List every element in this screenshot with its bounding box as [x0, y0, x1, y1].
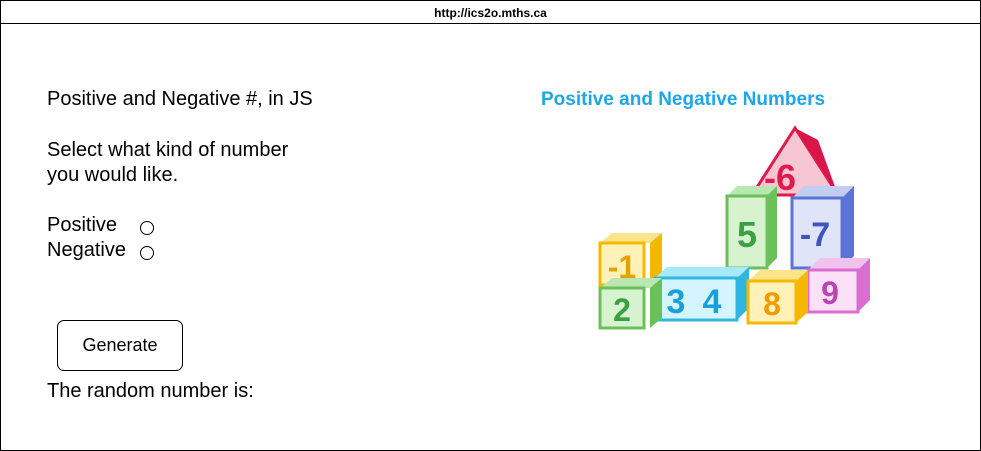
block-label: 8	[763, 286, 781, 322]
block-label: 2	[613, 292, 631, 328]
positive-radio[interactable]	[140, 221, 154, 235]
block-label: 4	[703, 283, 722, 321]
result-label: The random number is:	[47, 380, 254, 402]
negative-radio[interactable]	[140, 246, 154, 260]
negative-label: Negative	[47, 239, 126, 261]
block-label: 3	[667, 283, 686, 321]
block-label: 5	[737, 214, 757, 255]
block-label: 9	[821, 275, 839, 311]
instruction-line-1: Select what kind of number	[47, 139, 289, 161]
number-blocks-illustration: -6 5 -7 -1 3 4 9 2 8	[598, 125, 870, 330]
instruction-line-2: you would like.	[47, 164, 179, 186]
page-heading: Positive and Negative #, in JS	[47, 88, 313, 110]
url-bar[interactable]: http://ics2o.mths.ca	[1, 1, 980, 24]
block-label: -7	[800, 216, 830, 254]
generate-button[interactable]: Generate	[57, 320, 183, 371]
positive-label: Positive	[47, 214, 118, 236]
